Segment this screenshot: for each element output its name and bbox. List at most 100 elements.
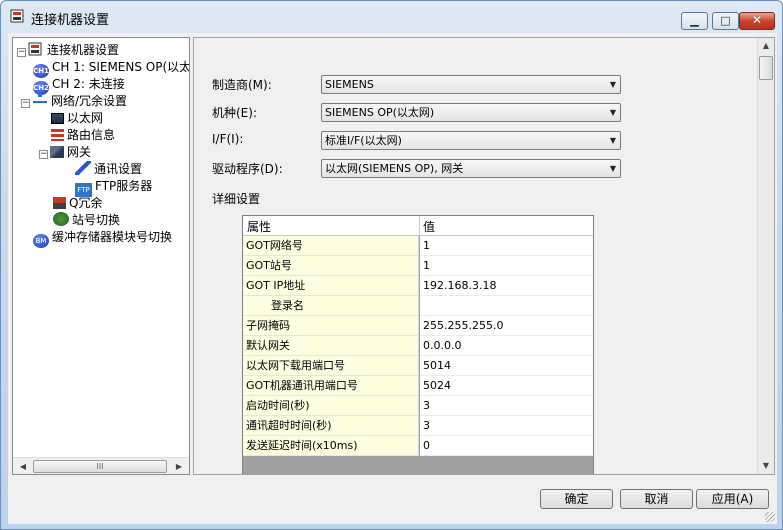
tree-item-ethernet[interactable]: 以太网 [51, 110, 103, 126]
driver-label: 驱动程序(D): [212, 162, 283, 176]
tree-scroll-thumb[interactable]: III [33, 460, 167, 473]
chevron-down-icon: ▼ [609, 136, 616, 145]
value-cell[interactable]: 0 [420, 436, 593, 456]
collapse-icon[interactable]: − [39, 150, 48, 159]
detail-settings-grid[interactable]: 属性 值 GOT网络号 1 GOT站号 1 GOT IP地址 192.168.3.18 登录… [242, 215, 594, 474]
minimize-button[interactable]: ▁ [681, 12, 708, 30]
maker-select[interactable]: SIEMENS ▼ [321, 75, 621, 94]
property-cell: 启动时间(秒) [243, 396, 419, 416]
tree-item-network[interactable]: − 网络/冗余设置 [21, 93, 127, 109]
property-cell: GOT网络号 [243, 236, 419, 256]
maximize-icon: □ [720, 14, 731, 27]
close-icon: ✕ [751, 13, 763, 27]
header-property: 属性 [247, 220, 272, 234]
tree-item-root[interactable]: − 连接机器设置 [17, 42, 119, 58]
value-cell[interactable]: 255.255.255.0 [420, 316, 593, 336]
app-icon [10, 9, 24, 23]
tree-item-comm-settings[interactable]: 通讯设置 [75, 161, 142, 177]
maker-label: 制造商(M): [212, 78, 272, 92]
column-divider[interactable] [419, 216, 420, 236]
tree-label-station-switch: 站号切换 [72, 213, 121, 227]
buffer-memory-icon: BM [33, 234, 49, 248]
scroll-left-icon[interactable]: ◀ [15, 460, 31, 473]
table-row[interactable]: 发送延迟时间(x10ms) 0 [243, 436, 593, 456]
scroll-right-icon[interactable]: ▶ [171, 460, 187, 473]
property-cell: 子网掩码 [243, 316, 419, 336]
wrench-icon [75, 161, 91, 175]
property-cell: 通讯超时时间(秒) [243, 416, 419, 436]
header-value: 值 [423, 220, 436, 234]
settings-tree[interactable]: − 连接机器设置 CH1 CH 1: SIEMENS OP(以太 CH2 CH 2: … [12, 37, 190, 475]
table-row[interactable]: 默认网关 0.0.0.0 [243, 336, 593, 356]
interface-label: I/F(I): [212, 132, 244, 146]
panel-scroll-thumb[interactable] [759, 56, 773, 80]
tree-item-station-switch[interactable]: 站号切换 [53, 212, 120, 228]
interface-select[interactable]: 标准I/F(以太网) ▼ [321, 131, 621, 150]
driver-value: 以太网(SIEMENS OP), 网关 [325, 162, 464, 175]
tree-item-ch1[interactable]: CH1 CH 1: SIEMENS OP(以太 [33, 59, 190, 78]
tree-item-ftp-server[interactable]: FTP FTP服务器 [75, 178, 152, 197]
property-cell: GOT站号 [243, 256, 419, 276]
table-row[interactable]: GOT网络号 1 [243, 236, 593, 256]
value-cell[interactable] [420, 296, 593, 316]
value-cell[interactable]: 5024 [420, 376, 593, 396]
resize-grip[interactable] [765, 512, 775, 522]
ethernet-icon [51, 113, 64, 124]
table-row[interactable]: 子网掩码 255.255.255.0 [243, 316, 593, 336]
tree-item-routing[interactable]: 路由信息 [51, 127, 115, 143]
scroll-up-icon[interactable]: ▲ [758, 38, 774, 54]
collapse-icon[interactable]: − [17, 48, 26, 57]
collapse-icon[interactable]: − [21, 99, 30, 108]
property-cell: 以太网下载用端口号 [243, 356, 419, 376]
table-row[interactable]: 通讯超时时间(秒) 3 [243, 416, 593, 436]
tree-label-q-redundant: Q冗余 [69, 196, 103, 210]
table-row[interactable]: 登录名 [243, 296, 593, 316]
tree-horizontal-scrollbar[interactable]: ◀ III ▶ [13, 457, 189, 474]
detail-settings-label: 详细设置 [212, 192, 261, 206]
chevron-down-icon: ▼ [609, 80, 616, 89]
tree-item-ch2[interactable]: CH2 CH 2: 未连接 [33, 76, 125, 95]
table-row[interactable]: GOT机器通讯用端口号 5024 [243, 376, 593, 396]
tree-label-ch1: CH 1: SIEMENS OP(以太 [52, 60, 190, 74]
tree-label-network: 网络/冗余设置 [51, 94, 128, 108]
settings-root-icon [28, 42, 44, 56]
tree-item-gateway[interactable]: − 网关 [39, 144, 91, 160]
value-cell[interactable]: 5014 [420, 356, 593, 376]
apply-button[interactable]: 应用(A) [696, 489, 769, 509]
table-row[interactable]: 以太网下载用端口号 5014 [243, 356, 593, 376]
ok-button[interactable]: 确定 [540, 489, 613, 509]
model-label: 机种(E): [212, 106, 257, 120]
property-cell: GOT IP地址 [243, 276, 419, 296]
interface-value: 标准I/F(以太网) [325, 134, 402, 147]
maximize-button[interactable]: □ [712, 12, 739, 30]
value-cell[interactable]: 1 [420, 256, 593, 276]
cancel-button[interactable]: 取消 [620, 489, 693, 509]
value-cell[interactable]: 3 [420, 396, 593, 416]
property-cell: GOT机器通讯用端口号 [243, 376, 419, 396]
tree-label-ch2: CH 2: 未连接 [52, 77, 125, 91]
table-row[interactable]: 启动时间(秒) 3 [243, 396, 593, 416]
window-title: 连接机器设置 [31, 13, 110, 28]
tree-item-q-redundant[interactable]: Q冗余 [53, 195, 102, 211]
grid-header: 属性 值 [243, 216, 593, 236]
value-cell[interactable]: 192.168.3.18 [420, 276, 593, 296]
panel-vertical-scrollbar[interactable]: ▲ ▼ [757, 38, 774, 474]
title-bar[interactable]: 连接机器设置 ▁ □ ✕ [1, 1, 782, 31]
tree-label-buffer-switch: 缓冲存储器模块号切换 [52, 230, 173, 244]
table-row[interactable]: GOT站号 1 [243, 256, 593, 276]
model-value: SIEMENS OP(以太网) [325, 106, 435, 119]
model-select[interactable]: SIEMENS OP(以太网) ▼ [321, 103, 621, 122]
scroll-down-icon[interactable]: ▼ [758, 458, 774, 474]
value-cell[interactable]: 3 [420, 416, 593, 436]
table-row[interactable]: GOT IP地址 192.168.3.18 [243, 276, 593, 296]
close-button[interactable]: ✕ [739, 12, 775, 30]
chevron-down-icon: ▼ [609, 108, 616, 117]
value-cell[interactable]: 1 [420, 236, 593, 256]
property-cell: 登录名 [243, 296, 419, 316]
minimize-icon: ▁ [690, 14, 699, 27]
driver-select[interactable]: 以太网(SIEMENS OP), 网关 ▼ [321, 159, 621, 178]
tree-item-buffer-switch[interactable]: BM 缓冲存储器模块号切换 [33, 229, 173, 248]
tree-label-comm-settings: 通讯设置 [94, 162, 143, 176]
property-cell: 发送延迟时间(x10ms) [243, 436, 419, 456]
value-cell[interactable]: 0.0.0.0 [420, 336, 593, 356]
